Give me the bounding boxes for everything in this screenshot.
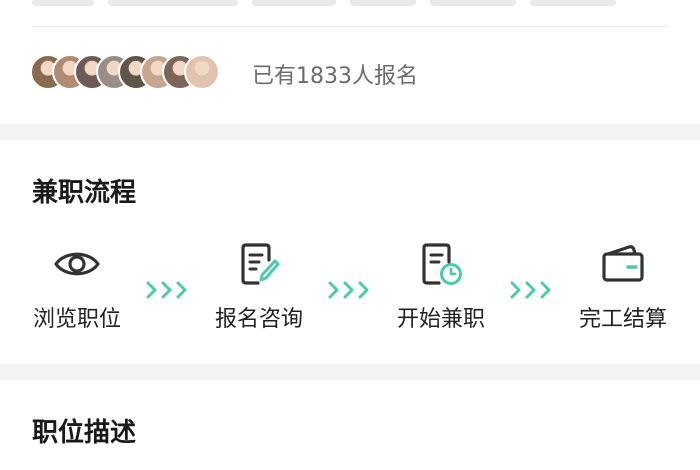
process-step-browse: 浏览职位 (17, 240, 137, 334)
tag-row (32, 0, 616, 6)
tag-chip (350, 0, 416, 6)
applicant-avatars[interactable] (30, 54, 220, 90)
process-title: 兼职流程 (32, 178, 137, 208)
process-step-label: 报名咨询 (214, 307, 303, 332)
process-step-apply: 报名咨询 (199, 240, 319, 334)
tag-chip (108, 0, 238, 6)
chevrons-right-icon (328, 281, 369, 299)
edit-document-icon (241, 243, 280, 285)
process-step-label: 完工结算 (578, 307, 667, 332)
document-clock-icon (422, 243, 462, 285)
description-card: 职位描述 (0, 380, 700, 470)
process-step-label: 浏览职位 (32, 307, 121, 332)
eye-icon (54, 252, 100, 276)
process-step-label: 开始兼职 (396, 307, 485, 332)
process-step-settle: 完工结算 (563, 240, 683, 334)
wallet-icon (602, 245, 644, 282)
signup-count-text: 已有1833人报名 (252, 64, 418, 89)
tag-chip (530, 0, 616, 6)
signup-card: 已有1833人报名 (0, 0, 700, 124)
process-card: 兼职流程 浏览职位 报名咨询 开始兼职 完工结算 (0, 140, 700, 364)
avatar (184, 54, 220, 90)
process-step-start: 开始兼职 (381, 240, 501, 334)
divider (32, 26, 668, 27)
chevrons-right-icon (510, 281, 551, 299)
tag-chip (32, 0, 94, 6)
tag-chip (430, 0, 516, 6)
description-title: 职位描述 (32, 418, 137, 448)
tag-chip (252, 0, 336, 6)
chevrons-right-icon (146, 281, 187, 299)
